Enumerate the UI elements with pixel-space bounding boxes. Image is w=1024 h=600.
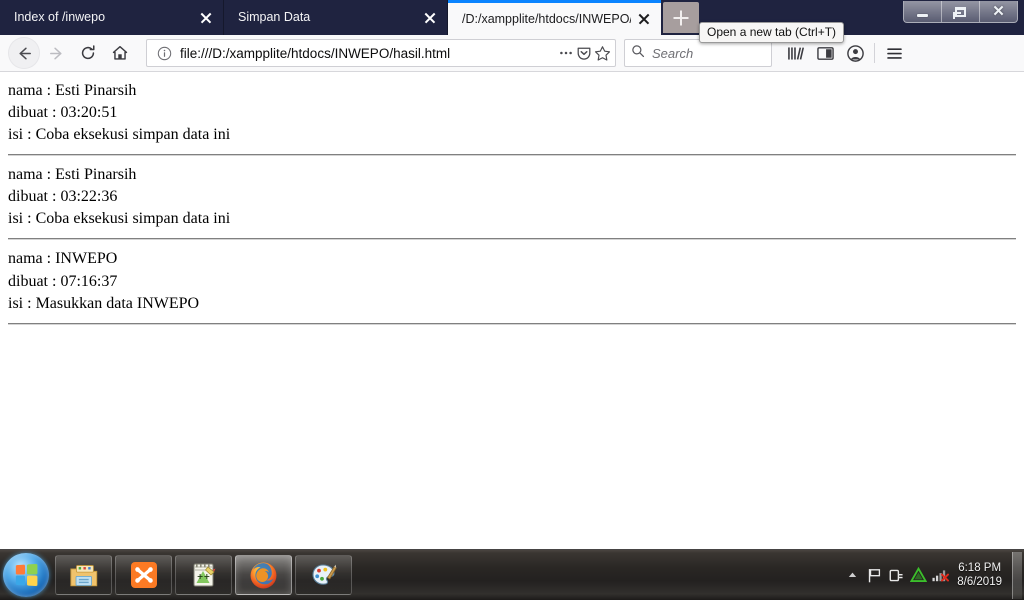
entry-dibuat: dibuat : 07:16:37 (8, 272, 118, 290)
tab-title: /D:/xampplite/htdocs/INWEPO/ha (462, 12, 631, 26)
back-button[interactable] (8, 37, 40, 69)
entry-isi: isi : Coba eksekusi simpan data ini (8, 126, 231, 144)
firefox-icon (250, 562, 277, 588)
menu-icon[interactable] (879, 38, 909, 68)
xampp-icon (130, 562, 157, 588)
tab-title: Simpan Data (238, 10, 311, 24)
entry-nama: nama : Esti Pinarsih (8, 166, 137, 184)
close-icon: ✕ (992, 3, 1005, 20)
entry-separator (8, 238, 1016, 241)
windows-taskbar: ++ 6:18 PM 8/6/2019 (0, 549, 1024, 600)
taskbar-button-firefox[interactable] (235, 555, 292, 595)
close-button[interactable]: ✕ (979, 1, 1017, 22)
entry-nama: nama : Esti Pinarsih (8, 82, 137, 99)
power-plug-icon[interactable] (885, 555, 907, 595)
minimize-button[interactable] (904, 1, 941, 22)
system-tray: 6:18 PM 8/6/2019 (841, 550, 1024, 600)
home-button[interactable] (104, 37, 136, 69)
bookmark-star-icon[interactable] (593, 44, 611, 62)
start-button[interactable] (3, 553, 49, 597)
search-bar[interactable]: Search (624, 39, 772, 67)
entry-isi: isi : Coba eksekusi simpan data ini (8, 210, 231, 228)
url-text: file:///D:/xampplite/htdocs/INWEPO/hasil… (180, 45, 451, 61)
home-icon (112, 45, 128, 60)
reload-button[interactable] (72, 37, 104, 69)
notepad-plus-plus-icon: ++ (193, 563, 215, 587)
taskbar-button-xampp[interactable] (115, 555, 172, 595)
clock-date: 8/6/2019 (957, 576, 1002, 588)
pocket-icon[interactable] (575, 44, 593, 62)
close-icon[interactable] (421, 9, 439, 27)
firefox-browser-window: Index of /inwepo Simpan Data /D:/xamppli… (0, 0, 1024, 549)
windows-logo-icon (15, 563, 38, 587)
forward-button[interactable] (40, 37, 72, 69)
folder-icon (69, 564, 97, 586)
entry-dibuat: dibuat : 03:20:51 (8, 104, 118, 122)
taskbar-clock[interactable]: 6:18 PM 8/6/2019 (951, 561, 1010, 589)
url-bar[interactable]: file:///D:/xampplite/htdocs/INWEPO/hasil… (146, 39, 616, 67)
svg-text:++: ++ (196, 572, 209, 581)
arrow-left-icon (18, 47, 31, 59)
page-actions-icon[interactable] (557, 44, 575, 62)
browser-tab-active[interactable]: /D:/xampplite/htdocs/INWEPO/ha (448, 0, 661, 35)
green-triangle-icon[interactable] (907, 555, 929, 595)
network-disconnected-icon[interactable] (929, 555, 951, 595)
taskbar-buttons: ++ (55, 555, 352, 595)
entry-separator (8, 322, 1016, 325)
new-tab-tooltip: Open a new tab (Ctrl+T) (699, 22, 845, 43)
show-hidden-icons-arrow-icon[interactable] (841, 555, 863, 595)
browser-tab[interactable]: Index of /inwepo (0, 0, 224, 35)
taskbar-button-paint[interactable] (295, 555, 352, 595)
search-input[interactable]: Search (652, 46, 693, 61)
info-icon[interactable] (155, 44, 173, 62)
window-controls: ✕ (903, 1, 1018, 23)
clock-time: 6:18 PM (958, 562, 1002, 574)
action-center-flag-icon[interactable] (863, 555, 885, 595)
entry-dibuat: dibuat : 03:22:36 (8, 188, 118, 206)
close-icon[interactable] (635, 10, 653, 28)
paint-palette-icon (311, 564, 337, 585)
data-entry: nama : Esti Pinarsih dibuat : 03:20:51 i… (8, 80, 1016, 146)
data-entry: nama : Esti Pinarsih dibuat : 03:22:36 i… (8, 164, 1016, 230)
tab-strip: Index of /inwepo Simpan Data /D:/xamppli… (0, 0, 1024, 35)
navigation-toolbar: file:///D:/xampplite/htdocs/INWEPO/hasil… (0, 35, 1024, 72)
account-icon[interactable] (840, 38, 870, 68)
entry-nama: nama : INWEPO (8, 250, 118, 268)
taskbar-button-windows-explorer[interactable] (55, 555, 112, 595)
reload-icon (81, 45, 95, 60)
arrow-right-icon (49, 47, 62, 59)
close-icon[interactable] (197, 9, 215, 27)
new-tab-button[interactable] (663, 2, 699, 33)
show-desktop-button[interactable] (1012, 551, 1022, 599)
taskbar-button-notepad-plus-plus[interactable]: ++ (175, 555, 232, 595)
tab-title: Index of /inwepo (14, 10, 106, 24)
browser-tab[interactable]: Simpan Data (224, 0, 448, 35)
restore-button[interactable] (941, 1, 979, 22)
toolbar-divider (874, 43, 875, 63)
entry-separator (8, 154, 1016, 157)
restore-icon (953, 6, 966, 19)
search-icon (631, 44, 645, 63)
data-entry: nama : INWEPO dibuat : 07:16:37 isi : Ma… (8, 248, 1016, 314)
page-content: nama : Esti Pinarsih dibuat : 03:20:51 i… (0, 72, 1024, 549)
entry-isi: isi : Masukkan data INWEPO (8, 294, 200, 312)
